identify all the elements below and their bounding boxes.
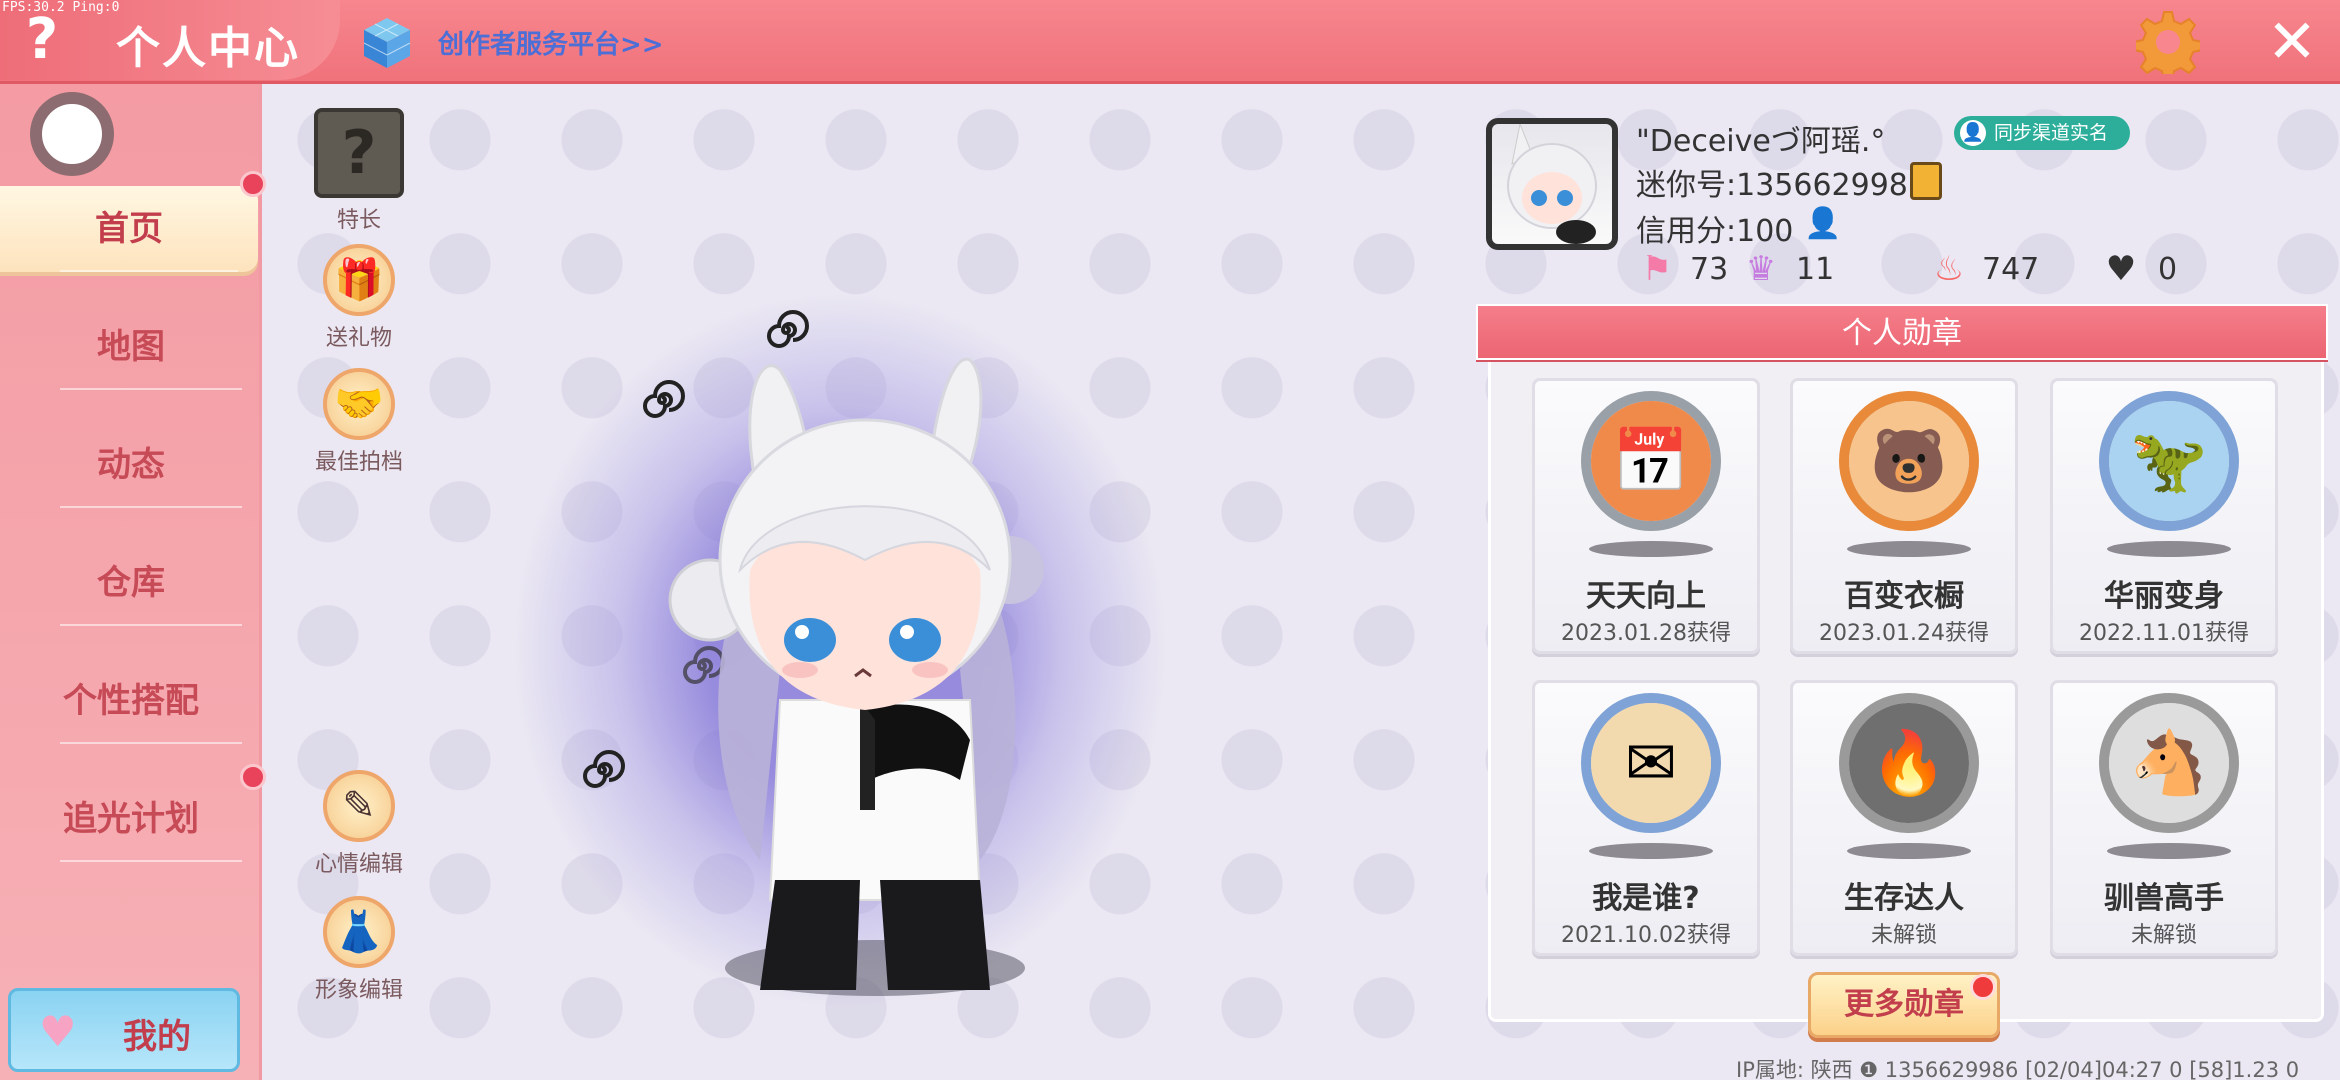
notification-dot [1970,974,1996,1000]
sidebar-item-feed[interactable]: 动态 [0,422,262,508]
likes-count: 0 [2158,252,2178,287]
handshake-icon: 🤝 [323,368,395,440]
mine-label: 我的 [123,1017,191,1057]
horse-icon: 🐴 [2109,703,2229,823]
medal-shadow [1589,541,1713,557]
mini-id: 迷你号:1356629986 [1636,168,1927,203]
badge-date: 2022.11.01获得 [2079,621,2249,646]
medal-shadow [2107,541,2231,557]
user-icon: 👤 [1960,120,1986,146]
outfit-icon: 👗 [323,896,395,968]
status-ring-icon[interactable] [30,92,114,176]
page-title: 个人中心 [116,23,300,74]
badge-name: 生存达人 [1844,881,1964,916]
fire-icon: ♨ [1933,249,1965,289]
medal-shadow [1847,541,1971,557]
profile-avatar[interactable] [1486,118,1618,250]
image-edit-label: 形象编辑 [314,978,403,1003]
badge-date: 2023.01.24获得 [1819,621,1989,646]
medal-shadow [2107,843,2231,859]
badge-card[interactable]: 🔥 生存达人未解锁 [1790,680,2018,956]
gift-icon: 🎁 [323,244,395,316]
footer-info: IP属地: 陕西 ❶ 1356629986 [02/04]04:27 0 [58… [1736,1058,2300,1080]
fire-count: 747 [1982,252,2040,287]
close-button[interactable]: ✕ [2262,12,2322,72]
bear-icon: 🐻 [1849,401,1969,521]
badge-medal: 🦖 [2099,391,2239,531]
badge-date: 未解锁 [2130,923,2197,948]
top-bar: FPS:30.2 Ping:0 ? 个人中心 创作者服务平台>> ✕ [0,0,2340,84]
medal-shadow [1589,843,1713,859]
badge-card[interactable]: 🐴 驯兽高手未解锁 [2050,680,2278,956]
sidebar-item-lightchase[interactable]: 追光计划 [0,776,262,862]
player-name: "Deceiveづ阿瑶.° [1636,124,1886,159]
badge-card[interactable]: 🦖 华丽变身 2022.11.01获得 [2050,378,2278,654]
mood-edit-label: 心情编辑 [314,852,403,877]
badge-date: 未解锁 [1870,923,1937,948]
image-edit-button[interactable]: 👗 形象编辑 [304,896,414,1004]
best-partner-button[interactable]: 🤝 最佳拍档 [304,368,414,476]
mood-edit-button[interactable]: ✎ 心情编辑 [304,770,414,878]
badge-name: 百变衣橱 [1844,579,1964,614]
badge-medal: 🔥 [1839,693,1979,833]
badge-medal: 🐻 [1839,391,1979,531]
heart-icon: ♥ [39,1007,77,1056]
gift-button[interactable]: 🎁 送礼物 [304,244,414,352]
badge-name: 驯兽高手 [2104,881,2224,916]
flag-icon: ⚑ [1641,249,1673,289]
flag-count: 73 [1690,252,1729,287]
credit-user-icon[interactable]: 👤 [1804,206,1841,241]
gift-label: 送礼物 [325,326,392,351]
sidebar-item-style[interactable]: 个性搭配 [0,658,262,744]
medal-shadow [1847,843,1971,859]
badge-medal: 🐴 [2099,693,2239,833]
specialty-button[interactable]: ? 特长 [304,108,414,234]
trophy-icon: ♛ [1745,249,1777,289]
sync-realname-button[interactable]: 👤 同步渠道实名 [1954,116,2130,150]
gear-icon[interactable] [2136,10,2200,74]
badge-card[interactable]: 📅 天天向上 2023.01.28获得 [1532,378,1760,654]
badge-card[interactable]: ✉ 我是谁? 2021.10.02获得 [1532,680,1760,956]
notification-dot [240,764,266,790]
badge-name: 天天向上 [1586,579,1706,614]
avatar-portrait-icon [1507,124,1597,244]
mine-button[interactable]: ♥ 我的 [8,988,240,1072]
campfire-icon: 🔥 [1849,703,1969,823]
badge-name: 华丽变身 [2104,579,2224,614]
player-character-avatar[interactable] [660,340,1080,1020]
calendar-icon: 📅 [1591,401,1711,521]
dizzy-spiral-icon [583,750,625,788]
card-icon: ✉ [1591,703,1711,823]
dino-icon: 🦖 [2109,401,2229,521]
cube-icon [363,18,411,68]
specialty-label: 特长 [336,208,381,233]
badge-medal: ✉ [1581,693,1721,833]
hearts-icon: ♥ [2105,249,2137,289]
question-box-icon: ? [314,108,404,198]
badge-date: 2023.01.28获得 [1561,621,1731,646]
sidebar-item-map[interactable]: 地图 [0,304,262,390]
badge-name: 我是谁? [1592,881,1700,916]
trophy-count: 11 [1796,252,1835,287]
sidebar-item-storage[interactable]: 仓库 [0,540,262,626]
edit-icon: ✎ [323,770,395,842]
badge-card[interactable]: 🐻 百变衣橱 2023.01.24获得 [1790,378,2018,654]
best-partner-label: 最佳拍档 [314,450,403,475]
sync-label: 同步渠道实名 [1994,122,2109,144]
notification-dot [240,171,266,197]
sidebar-item-home[interactable]: 首页 [0,186,258,272]
badge-medal: 📅 [1581,391,1721,531]
copy-icon[interactable] [1910,162,1942,200]
credit-score: 信用分:100 [1636,214,1794,249]
badge-panel-title: 个人勋章 [1476,304,2328,360]
creator-platform-link[interactable]: 创作者服务平台>> [438,24,664,61]
badge-date: 2021.10.02获得 [1561,923,1731,948]
help-button[interactable]: ? [14,10,70,70]
